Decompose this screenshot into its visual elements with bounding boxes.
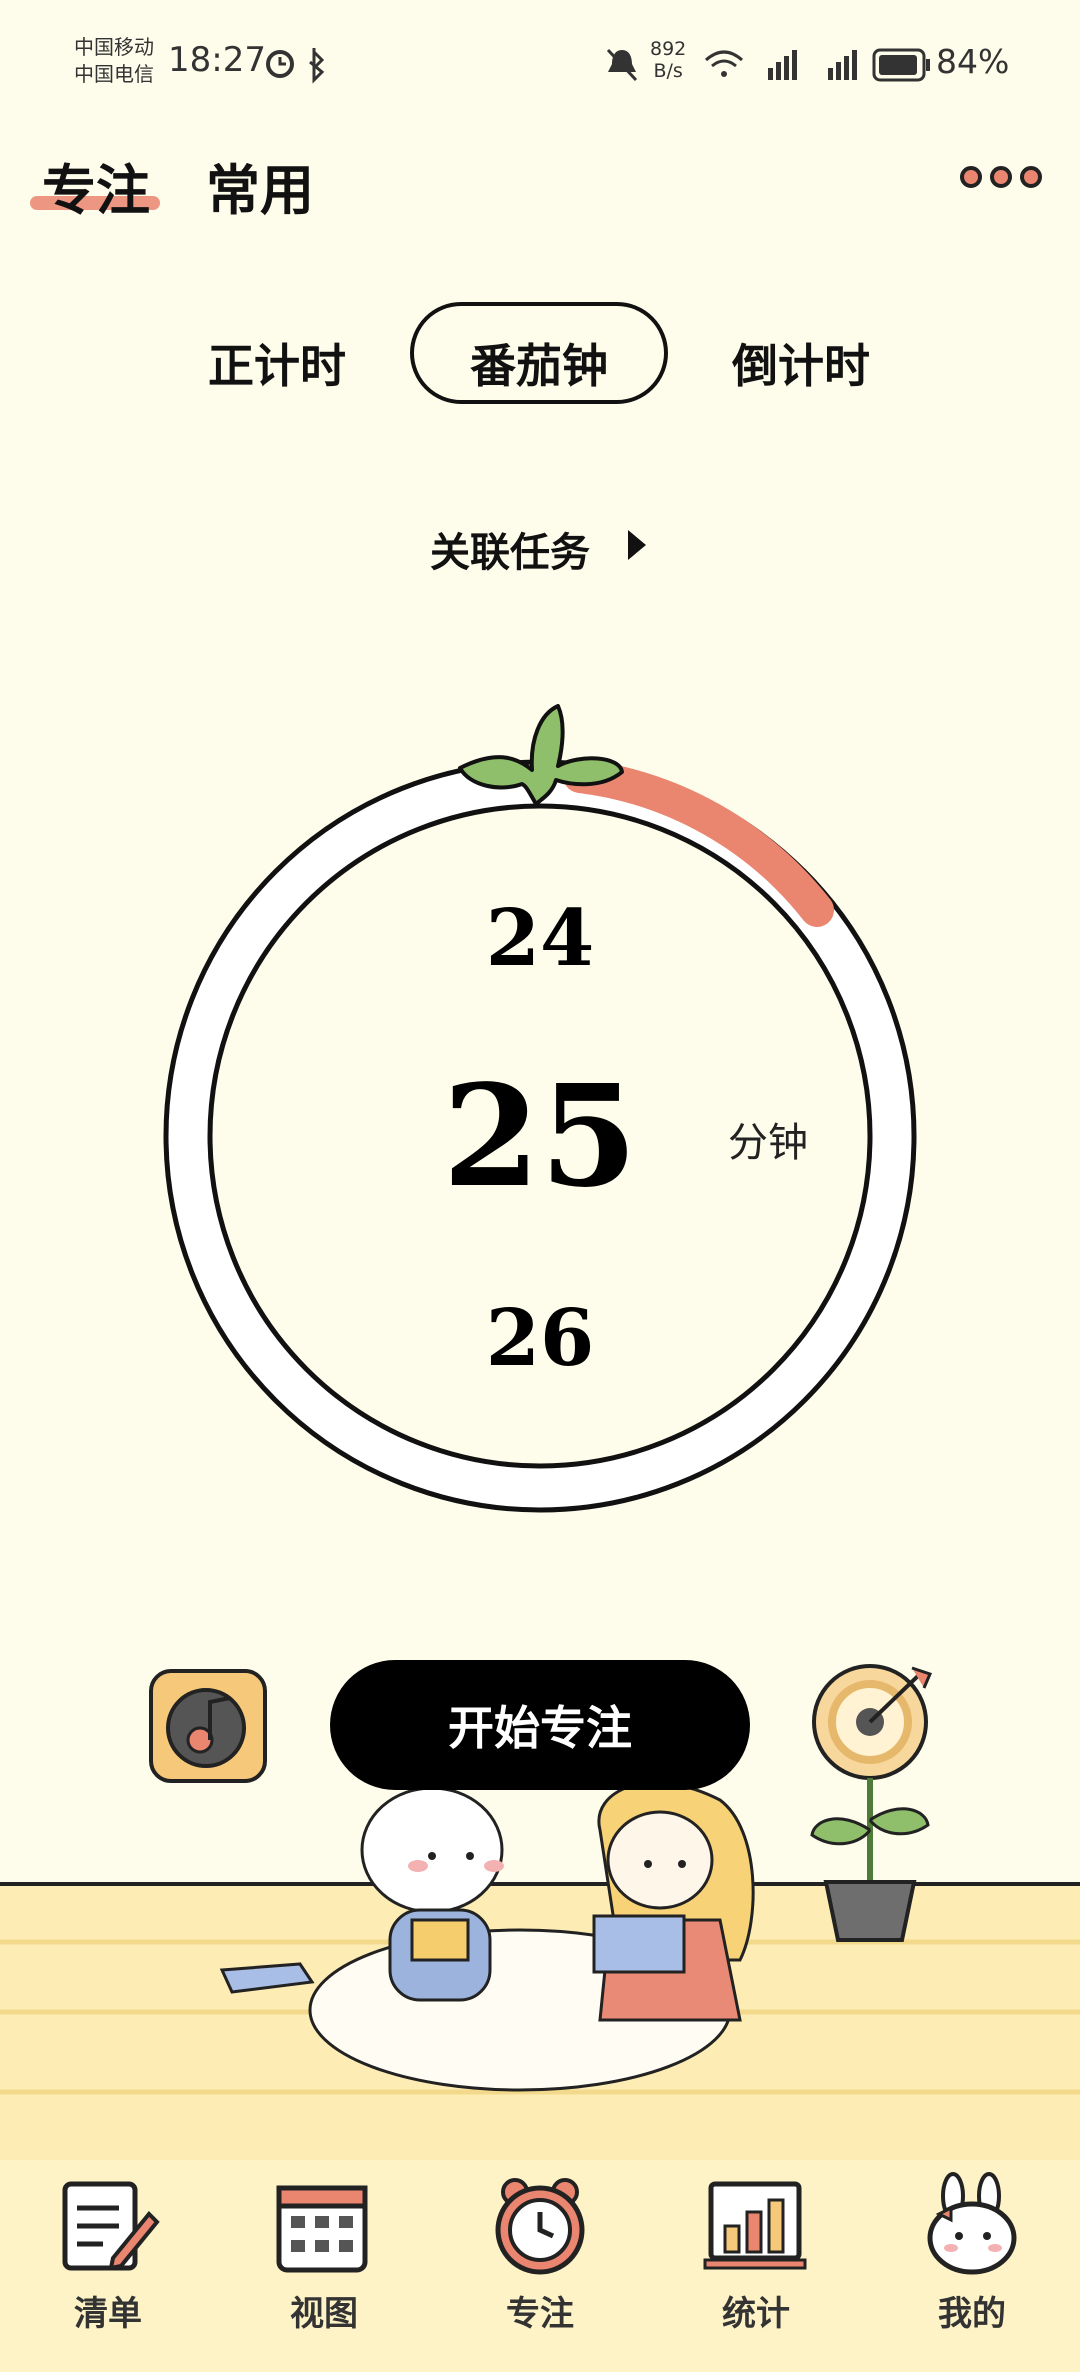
- nav-label-stats: 统计: [722, 2294, 790, 2334]
- tab-common[interactable]: 常用: [206, 146, 314, 225]
- start-focus-button[interactable]: 开始专注: [330, 1660, 750, 1790]
- mode-count-up[interactable]: 正计时: [208, 330, 346, 396]
- dot-icon: [1020, 166, 1042, 188]
- nav-item-view[interactable]: 视图: [244, 2170, 404, 2360]
- carrier-1: 中国移动: [74, 35, 154, 59]
- battery-icon: [872, 48, 930, 82]
- alarm-clock-icon: [495, 2178, 585, 2275]
- nav-item-me[interactable]: 我的: [892, 2170, 1052, 2360]
- calendar-icon: [276, 2185, 368, 2273]
- bunny-avatar-icon: [927, 2172, 1017, 2275]
- bar-chart-icon: [703, 2181, 807, 2270]
- nav-label-me: 我的: [938, 2294, 1006, 2334]
- nav-label-focus: 专注: [506, 2294, 574, 2334]
- arrow-right-icon: [628, 530, 646, 560]
- bottom-navigation: 清单 视图 专注 统计 我的: [0, 2160, 1080, 2372]
- goal-target-button[interactable]: [800, 1660, 950, 1950]
- net-speed: 892 B/s: [650, 38, 686, 82]
- battery-percent: 84%: [936, 42, 1010, 81]
- dot-icon: [960, 166, 982, 188]
- timer-value: 25: [443, 1055, 638, 1219]
- mode-countdown[interactable]: 倒计时: [732, 330, 870, 396]
- timer-unit: 分钟: [728, 1120, 808, 1166]
- carrier-2: 中国电信: [74, 62, 154, 86]
- white-noise-button[interactable]: [148, 1668, 268, 1784]
- nav-label-view: 视图: [290, 2294, 358, 2334]
- more-menu-button[interactable]: [960, 166, 1042, 188]
- mute-bell-icon: [606, 48, 638, 82]
- carrier-names: 中国移动 中国电信: [74, 34, 154, 88]
- net-speed-unit: B/s: [653, 60, 683, 82]
- nav-item-list[interactable]: 清单: [28, 2170, 188, 2360]
- alarm-bluetooth-icons: [266, 48, 325, 84]
- status-time: 18:27: [168, 40, 266, 80]
- mode-pomodoro[interactable]: 番茄钟: [470, 330, 608, 396]
- timer-prev-value: 24: [486, 893, 595, 984]
- tab-focus[interactable]: 专注: [42, 146, 150, 225]
- nav-item-stats[interactable]: 统计: [676, 2170, 836, 2360]
- reading-characters-illustration: [360, 1781, 755, 2022]
- notepad-icon: [62, 2181, 160, 2271]
- timer-next-value: 26: [486, 1293, 595, 1384]
- dot-icon: [990, 166, 1012, 188]
- net-speed-value: 892: [650, 38, 687, 60]
- nav-label-list: 清单: [74, 2294, 142, 2334]
- nav-item-focus[interactable]: 专注: [460, 2170, 620, 2360]
- link-task-button[interactable]: 关联任务: [430, 520, 590, 578]
- signal-icons: [705, 50, 857, 80]
